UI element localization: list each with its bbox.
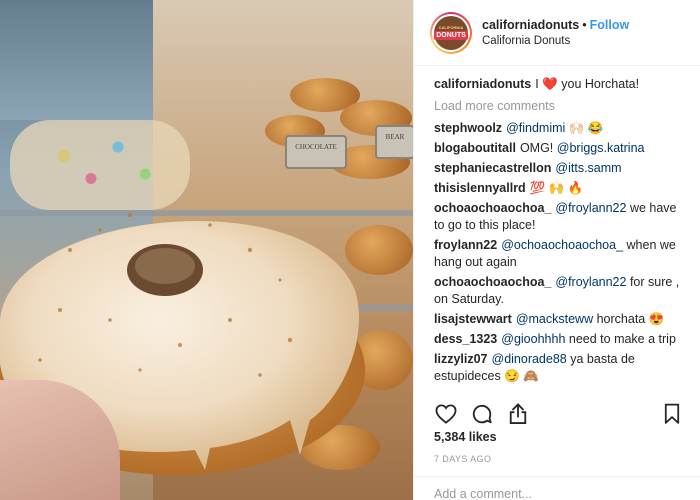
comment: dess_1323 @gioohhhh need to make a trip: [434, 331, 684, 348]
follow-button[interactable]: Follow: [590, 18, 630, 32]
comment: stephwoolz @findmimi 🙌🏻 😂: [434, 120, 684, 137]
comment: stephaniecastrellon @itts.samm: [434, 160, 684, 177]
bookmark-icon[interactable]: [660, 402, 684, 426]
comment-author[interactable]: stephaniecastrellon: [434, 161, 551, 175]
comment: lisajstewwart @mackstеww horchata 😍: [434, 311, 684, 328]
heart-icon[interactable]: [434, 402, 458, 426]
post-photo[interactable]: CHOCOLATE BEAR: [0, 0, 413, 500]
comment-mention[interactable]: @froylann22: [555, 275, 626, 289]
logo-text-main: DONUTS: [434, 30, 468, 40]
california-donuts-logo: CALIFORNIA DONUTS: [434, 15, 468, 50]
comment-icon[interactable]: [470, 402, 494, 426]
instagram-post: CHOCOLATE BEAR CALIFORNIA DONUTS califor…: [0, 0, 700, 500]
comment-author[interactable]: thisislennyallrd: [434, 181, 526, 195]
price-sign-text: CHOCOLATE: [295, 143, 337, 151]
comment-author[interactable]: ochoaochoaochoa_: [434, 201, 551, 215]
avatar-ring: CALIFORNIA DONUTS: [432, 13, 470, 52]
comment-text: OMG!: [519, 141, 554, 155]
comment-text: horchata 😍: [596, 312, 665, 326]
comment-mention[interactable]: @dinorade88: [492, 352, 567, 366]
comments-list: californiadonuts I ❤️ you Horchata! Load …: [414, 66, 700, 396]
caption-author[interactable]: californiadonuts: [434, 77, 531, 91]
comment-author[interactable]: dess_1323: [434, 332, 497, 346]
comment-mention[interactable]: @ochoaochoaochoa_: [501, 238, 623, 252]
header-text: californiadonuts • Follow California Donut…: [482, 17, 629, 49]
comment: lizzyliz07 @dinorade88 ya basta de estupi…: [434, 351, 684, 385]
comment-mention[interactable]: @gioohhhh: [501, 332, 565, 346]
load-more-comments-button[interactable]: Load more comments: [434, 99, 684, 113]
post-side-panel: CALIFORNIA DONUTS californiadonuts • Follo…: [413, 0, 700, 500]
logo-text-top: CALIFORNIA: [438, 24, 464, 30]
location-link[interactable]: California Donuts: [482, 33, 629, 49]
comment-mention[interactable]: @froylann22: [555, 201, 626, 215]
add-comment-input[interactable]: [434, 487, 680, 500]
comment: ochoaochoaochoa_ @froylann22 we have to g…: [434, 200, 684, 234]
caption-text-pre: I: [535, 77, 539, 91]
caption: californiadonuts I ❤️ you Horchata!: [434, 76, 684, 93]
heart-emoji: ❤️: [542, 77, 558, 91]
comment-author[interactable]: stephwoolz: [434, 121, 502, 135]
comment-author[interactable]: froylann22: [434, 238, 497, 252]
share-icon[interactable]: [506, 402, 530, 426]
price-sign: CHOCOLATE: [285, 135, 347, 169]
comment-mention[interactable]: @findmimi: [506, 121, 565, 135]
comment: froylann22 @ochoaochoaochoa_ when we hang…: [434, 237, 684, 271]
comment: blogaboutitall OMG! @briggs.katrina: [434, 140, 684, 157]
comment-author[interactable]: lizzyliz07: [434, 352, 488, 366]
header-username[interactable]: californiadonuts: [482, 18, 579, 32]
comment: thisislennyallrd 💯 🙌 🔥: [434, 180, 684, 197]
comment-author[interactable]: lisajstewwart: [434, 312, 512, 326]
likes-count[interactable]: 5,384 likes: [434, 430, 497, 444]
comment-author[interactable]: blogaboutitall: [434, 141, 516, 155]
post-date: 7 DAYS AGO: [434, 454, 492, 464]
comment-mention[interactable]: @itts.samm: [555, 161, 621, 175]
comment-text: need to make a trip: [568, 332, 676, 346]
caption-text-post: you Horchata!: [561, 77, 640, 91]
post-header: CALIFORNIA DONUTS californiadonuts • Follo…: [414, 0, 700, 66]
add-comment-bar: [414, 476, 700, 500]
header-separator: •: [582, 17, 587, 32]
comment-text: 💯 🙌 🔥: [529, 181, 584, 195]
comment-text: 🙌🏻 😂: [568, 121, 604, 135]
price-sign-text: BEAR: [385, 133, 405, 141]
price-sign: BEAR: [375, 125, 413, 159]
post-actions: [434, 396, 684, 432]
comment-author[interactable]: ochoaochoaochoa_: [434, 275, 551, 289]
avatar[interactable]: CALIFORNIA DONUTS: [430, 11, 472, 54]
comment: ochoaochoaochoa_ @froylann22 for sure , o…: [434, 274, 684, 308]
comment-mention[interactable]: @mackstеww: [516, 312, 593, 326]
comment-mention[interactable]: @briggs.katrina: [557, 141, 645, 155]
